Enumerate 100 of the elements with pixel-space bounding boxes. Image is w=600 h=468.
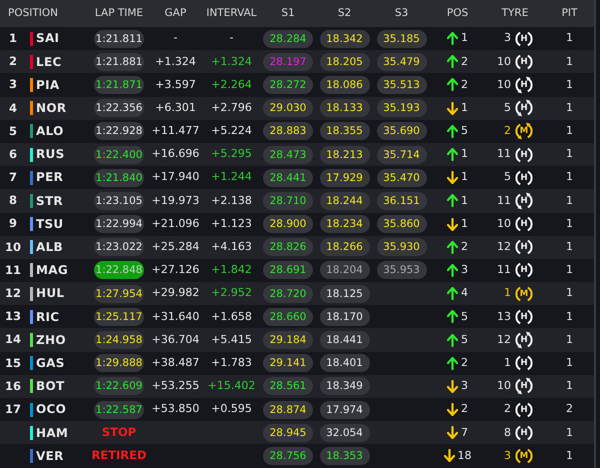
position-change: 3 bbox=[461, 378, 468, 394]
tyre-compound: H bbox=[519, 241, 529, 254]
position-number: 3 bbox=[8, 77, 17, 92]
tyre-age: 5 bbox=[503, 100, 511, 116]
sector-time: 28.826 bbox=[263, 238, 313, 256]
gap-value: +11.477 bbox=[152, 124, 200, 138]
interval-value: +2.796 bbox=[211, 100, 252, 114]
lap-time: 1:22.928 bbox=[94, 122, 144, 140]
pit-stops: 1 bbox=[566, 240, 573, 254]
position-change: 1 bbox=[461, 146, 468, 162]
tyre-compound: H bbox=[519, 148, 529, 162]
gap-value: +21.096 bbox=[152, 216, 200, 230]
sector-time: 28.561 bbox=[263, 377, 313, 396]
lap-time: 1:27.954 bbox=[94, 284, 144, 303]
position-number: 12 bbox=[4, 286, 21, 300]
tyre-compound: M bbox=[518, 450, 530, 463]
sector-time: 28.710 bbox=[263, 192, 313, 210]
position-change: 1 bbox=[461, 169, 468, 186]
sector-time: 28.756 bbox=[263, 446, 313, 465]
pit-stops: 1 bbox=[566, 170, 573, 184]
position-number: 16 bbox=[4, 378, 21, 393]
lap-time: 1:23.105 bbox=[94, 192, 144, 210]
tyre-age: 13 bbox=[497, 308, 511, 325]
position-change: 2 bbox=[461, 54, 468, 70]
driver-code: SAI bbox=[36, 31, 60, 46]
driver-code: STR bbox=[36, 194, 63, 208]
sector-time: 18.170 bbox=[320, 308, 370, 326]
driver-code: VER bbox=[36, 448, 64, 463]
tyre-age: 5 bbox=[503, 169, 511, 186]
position-change: 4 bbox=[461, 285, 468, 302]
sector-time: 28.900 bbox=[263, 215, 313, 234]
lap-time: 1:22.587 bbox=[94, 400, 144, 419]
position-change: 2 bbox=[461, 401, 468, 418]
driver-code: PIA bbox=[36, 78, 60, 92]
position-change: 1 bbox=[461, 192, 468, 209]
column-header: TYRE bbox=[502, 6, 528, 19]
gap-value: +3.597 bbox=[155, 78, 196, 91]
sector-time: 36.151 bbox=[376, 192, 426, 210]
lap-time: 1:22.994 bbox=[94, 215, 144, 234]
sector-time: 35.479 bbox=[376, 52, 426, 71]
gap-value: +16.696 bbox=[152, 147, 200, 160]
sector-time: 18.353 bbox=[320, 446, 370, 465]
position-change: 1 bbox=[461, 30, 468, 46]
column-header: S3 bbox=[394, 6, 408, 19]
position-number: 6 bbox=[8, 146, 17, 161]
position-number: 15 bbox=[4, 356, 21, 370]
lap-time: 1:22.400 bbox=[94, 146, 144, 164]
driver-code: NOR bbox=[36, 100, 66, 115]
tyre-age: 12 bbox=[497, 239, 511, 256]
lap-time: 1:21.881 bbox=[94, 52, 144, 71]
pit-stops: 1 bbox=[566, 263, 573, 276]
position-change: 7 bbox=[461, 424, 468, 441]
column-header: S2 bbox=[338, 6, 352, 19]
position-number: 1 bbox=[8, 30, 17, 45]
pit-stops: 1 bbox=[566, 332, 573, 346]
position-number: 10 bbox=[4, 240, 21, 254]
tyre-age: 11 bbox=[497, 262, 511, 278]
gap-value: +19.973 bbox=[152, 194, 200, 207]
lap-time: 1:21.840 bbox=[94, 168, 144, 187]
sector-time: 18.205 bbox=[320, 52, 370, 71]
tyre-age: 1 bbox=[503, 285, 511, 302]
status-label: STOP bbox=[102, 425, 136, 440]
column-header: INTERVAL bbox=[206, 6, 257, 19]
position-change: 5 bbox=[461, 308, 468, 325]
sector-time: 35.470 bbox=[376, 168, 426, 187]
pit-stops: 1 bbox=[566, 310, 573, 323]
sector-time: 18.355 bbox=[320, 122, 370, 140]
sector-time: 18.133 bbox=[320, 99, 370, 118]
interval-value: +1.324 bbox=[211, 54, 252, 68]
driver-code: RIC bbox=[36, 310, 60, 324]
interval-value: +4.163 bbox=[211, 240, 252, 254]
driver-code: HAM bbox=[36, 426, 68, 440]
tyre-age: 10 bbox=[497, 54, 511, 70]
sector-time: 28.945 bbox=[263, 424, 313, 442]
pit-stops: 1 bbox=[566, 448, 573, 462]
sector-time: 29.184 bbox=[263, 331, 313, 350]
sector-time: 35.513 bbox=[376, 76, 426, 94]
sector-time: 35.193 bbox=[376, 99, 426, 118]
driver-code: MAG bbox=[36, 263, 68, 278]
tyre-compound: H bbox=[519, 426, 529, 440]
interval-value: +2.952 bbox=[211, 286, 252, 300]
sector-time: 35.860 bbox=[376, 215, 426, 234]
sector-time: 35.953 bbox=[376, 261, 426, 280]
sector-time: 18.401 bbox=[320, 354, 370, 372]
sector-time: 18.086 bbox=[320, 76, 370, 94]
position-number: 17 bbox=[4, 402, 21, 416]
gap-value: +38.487 bbox=[152, 356, 200, 369]
interval-value: +2.138 bbox=[211, 194, 252, 207]
driver-code: OCO bbox=[36, 402, 66, 416]
interval-value: +1.244 bbox=[211, 170, 252, 184]
driver-code: PER bbox=[36, 170, 64, 184]
sector-time: 18.349 bbox=[320, 377, 370, 396]
gap-value: +31.640 bbox=[152, 310, 200, 323]
sector-time: 18.204 bbox=[320, 261, 370, 280]
driver-code: ZHO bbox=[36, 332, 66, 347]
tyre-compound: M bbox=[518, 288, 530, 301]
tyre-compound: H bbox=[519, 357, 529, 370]
pit-stops: 1 bbox=[566, 31, 573, 44]
tyre-age: 2 bbox=[503, 401, 511, 418]
tyre-age: 3 bbox=[503, 448, 511, 464]
